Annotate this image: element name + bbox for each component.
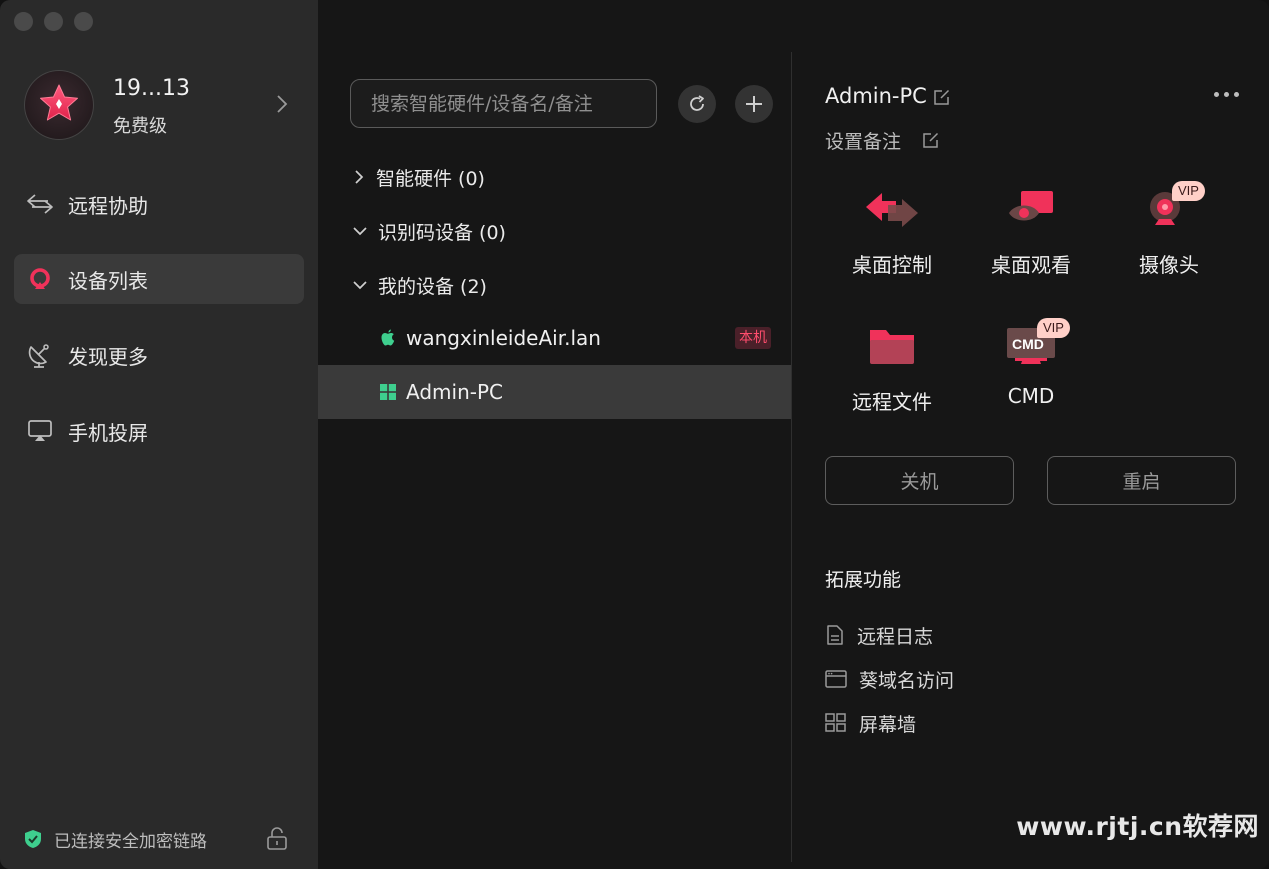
- sidebar-item-label: 发现更多: [68, 344, 148, 369]
- ext-item-label: 远程日志: [857, 625, 934, 648]
- apple-icon: [381, 329, 395, 346]
- group-id-devices[interactable]: 识别码设备 (0): [352, 216, 506, 246]
- desktop-view-icon: [1009, 191, 1053, 221]
- chevron-right-icon: [355, 170, 364, 184]
- search-input[interactable]: [350, 79, 657, 128]
- windows-icon: [380, 384, 396, 400]
- feature-label: 远程文件: [852, 390, 932, 414]
- app-window: 19...13 免费级 远程协助 设备列表 发现更多 手机投屏 已连接安全加密链…: [0, 0, 1269, 869]
- star-avatar-icon: [40, 84, 78, 121]
- sidebar: 19...13 免费级 远程协助 设备列表 发现更多 手机投屏 已连接安全加密链…: [0, 0, 318, 869]
- sidebar-item-screen-cast[interactable]: 手机投屏: [14, 406, 304, 456]
- edit-name-icon[interactable]: [933, 88, 951, 106]
- chevron-down-icon: [353, 227, 367, 236]
- local-device-badge: 本机: [735, 327, 771, 349]
- feature-cmd[interactable]: CMD VIP CMD: [971, 318, 1091, 422]
- vip-badge: VIP: [1172, 181, 1205, 201]
- folder-icon: [870, 330, 914, 364]
- arrows-swap-icon: [26, 190, 54, 218]
- device-list-icon: [26, 265, 54, 293]
- group-my-devices[interactable]: 我的设备 (2): [352, 270, 487, 300]
- maximize-window-button[interactable]: [74, 12, 93, 31]
- extension-section-title: 拓展功能: [825, 569, 902, 591]
- connection-status-text: 已连接安全加密链路: [54, 831, 207, 852]
- sidebar-item-label: 手机投屏: [68, 420, 148, 445]
- feature-label: 摄像头: [1139, 253, 1199, 277]
- group-label: 智能硬件 (0): [376, 167, 485, 190]
- ext-item-remote-log[interactable]: 远程日志: [825, 621, 933, 649]
- sidebar-item-remote-assist[interactable]: 远程协助: [14, 179, 304, 229]
- more-dot: [1234, 92, 1239, 97]
- sidebar-item-device-list[interactable]: 设备列表: [14, 254, 304, 304]
- browser-window-icon: [825, 670, 847, 688]
- feature-remote-files[interactable]: 远程文件: [832, 322, 952, 422]
- ext-item-domain-access[interactable]: 葵域名访问: [825, 665, 954, 693]
- refresh-icon: [690, 95, 704, 111]
- feature-label: CMD: [1007, 384, 1055, 408]
- vip-badge: VIP: [1037, 318, 1070, 338]
- profile-name: 19...13: [113, 76, 190, 101]
- more-options-button[interactable]: [1214, 92, 1239, 97]
- connection-status: 已连接安全加密链路: [24, 827, 294, 852]
- refresh-button[interactable]: [678, 85, 716, 123]
- satellite-dish-icon: [26, 341, 54, 369]
- unlock-icon[interactable]: [266, 827, 288, 851]
- ext-item-screen-wall[interactable]: 屏幕墙: [825, 709, 916, 737]
- group-label: 识别码设备 (0): [378, 221, 506, 244]
- minimize-window-button[interactable]: [44, 12, 63, 31]
- set-remark-link[interactable]: 设置备注: [825, 127, 901, 154]
- device-detail-panel: Admin-PC 设置备注 桌面控制 桌面观看 VIP 摄像头 远程文件 CMD…: [792, 0, 1269, 869]
- watermark: www.rjtj.cn软荐网: [1016, 812, 1259, 841]
- device-name: wangxinleideAir.lan: [406, 326, 601, 350]
- device-title: Admin-PC: [825, 84, 927, 108]
- more-dot: [1224, 92, 1229, 97]
- sidebar-item-discover[interactable]: 发现更多: [14, 330, 304, 380]
- feature-label: 桌面观看: [991, 253, 1071, 277]
- restart-button[interactable]: 重启: [1047, 456, 1236, 505]
- device-row-admin-pc[interactable]: Admin-PC: [318, 365, 793, 419]
- device-row-mac[interactable]: wangxinleideAir.lan 本机: [318, 311, 793, 365]
- more-dot: [1214, 92, 1219, 97]
- cmd-icon-text: CMD: [1012, 336, 1044, 352]
- chevron-right-icon: [277, 95, 288, 113]
- shield-check-icon: [25, 830, 41, 848]
- feature-camera[interactable]: VIP 摄像头: [1109, 181, 1229, 285]
- profile-card[interactable]: 19...13 免费级: [24, 70, 294, 140]
- device-name: Admin-PC: [406, 380, 503, 404]
- sidebar-item-label: 远程协助: [68, 193, 148, 218]
- document-icon: [827, 625, 843, 645]
- device-list-panel: 智能硬件 (0) 识别码设备 (0) 我的设备 (2) wangxinleide…: [318, 0, 793, 869]
- feature-desktop-view[interactable]: 桌面观看: [971, 185, 1091, 285]
- edit-remark-icon[interactable]: [922, 131, 940, 149]
- feature-desktop-control[interactable]: 桌面控制: [832, 185, 952, 285]
- ext-item-label: 葵域名访问: [859, 669, 955, 692]
- chevron-down-icon: [353, 281, 367, 290]
- screen-cast-icon: [26, 417, 54, 445]
- plus-icon: [746, 96, 762, 112]
- ext-item-label: 屏幕墙: [859, 713, 917, 736]
- profile-tier: 免费级: [113, 116, 167, 137]
- feature-label: 桌面控制: [852, 253, 932, 277]
- avatar: [24, 70, 94, 140]
- window-controls: [14, 12, 93, 31]
- group-smart-hardware[interactable]: 智能硬件 (0): [352, 162, 485, 192]
- group-label: 我的设备 (2): [378, 275, 487, 298]
- grid-icon: [825, 713, 846, 732]
- shutdown-button[interactable]: 关机: [825, 456, 1014, 505]
- close-window-button[interactable]: [14, 12, 33, 31]
- desktop-control-icon: [866, 193, 918, 227]
- add-device-button[interactable]: [735, 85, 773, 123]
- sidebar-item-label: 设备列表: [68, 268, 148, 293]
